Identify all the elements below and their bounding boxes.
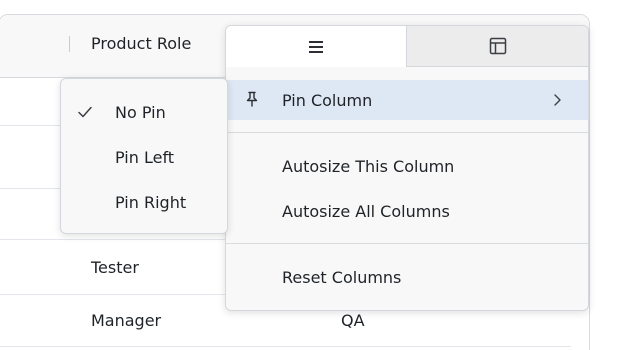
submenu-item-no-pin[interactable]: No Pin xyxy=(61,92,227,132)
column-menu-tabs xyxy=(226,26,588,67)
submenu-item-label: No Pin xyxy=(115,103,166,122)
menu-item-reset-columns[interactable]: Reset Columns xyxy=(226,257,588,297)
pin-icon xyxy=(246,91,258,107)
menu-item-label: Autosize All Columns xyxy=(282,202,450,221)
column-menu: Pin Column Autosize This Column Autosize… xyxy=(225,25,589,311)
menu-item-autosize-this-column[interactable]: Autosize This Column xyxy=(226,146,588,186)
submenu-item-label: Pin Right xyxy=(115,193,187,212)
pin-submenu: No Pin Pin Left Pin Right xyxy=(60,78,228,234)
column-resize-handle[interactable] xyxy=(69,36,70,52)
menu-item-label: Pin Column xyxy=(282,91,373,110)
columns-icon xyxy=(489,37,506,55)
submenu-item-pin-right[interactable]: Pin Right xyxy=(61,182,227,222)
tab-general[interactable] xyxy=(226,26,407,67)
menu-separator xyxy=(226,243,588,244)
cell-team: QA xyxy=(341,311,365,330)
menu-separator xyxy=(226,132,588,133)
cell-role: Tester xyxy=(91,258,139,277)
app-root: Product Role Tester Manager QA Pin Colum… xyxy=(0,0,628,350)
tab-columns[interactable] xyxy=(407,26,588,66)
chevron-right-icon xyxy=(554,94,561,106)
cell-role: Manager xyxy=(91,311,162,330)
submenu-item-pin-left[interactable]: Pin Left xyxy=(61,137,227,177)
menu-item-label: Autosize This Column xyxy=(282,157,455,176)
menu-item-label: Reset Columns xyxy=(282,268,402,287)
column-header-product-role[interactable]: Product Role xyxy=(91,34,191,53)
submenu-item-label: Pin Left xyxy=(115,148,175,167)
menu-item-autosize-all-columns[interactable]: Autosize All Columns xyxy=(226,191,588,231)
menu-item-pin-column[interactable]: Pin Column xyxy=(226,80,588,120)
check-icon xyxy=(78,106,92,118)
row-divider xyxy=(0,346,571,347)
menu-icon xyxy=(309,40,323,53)
